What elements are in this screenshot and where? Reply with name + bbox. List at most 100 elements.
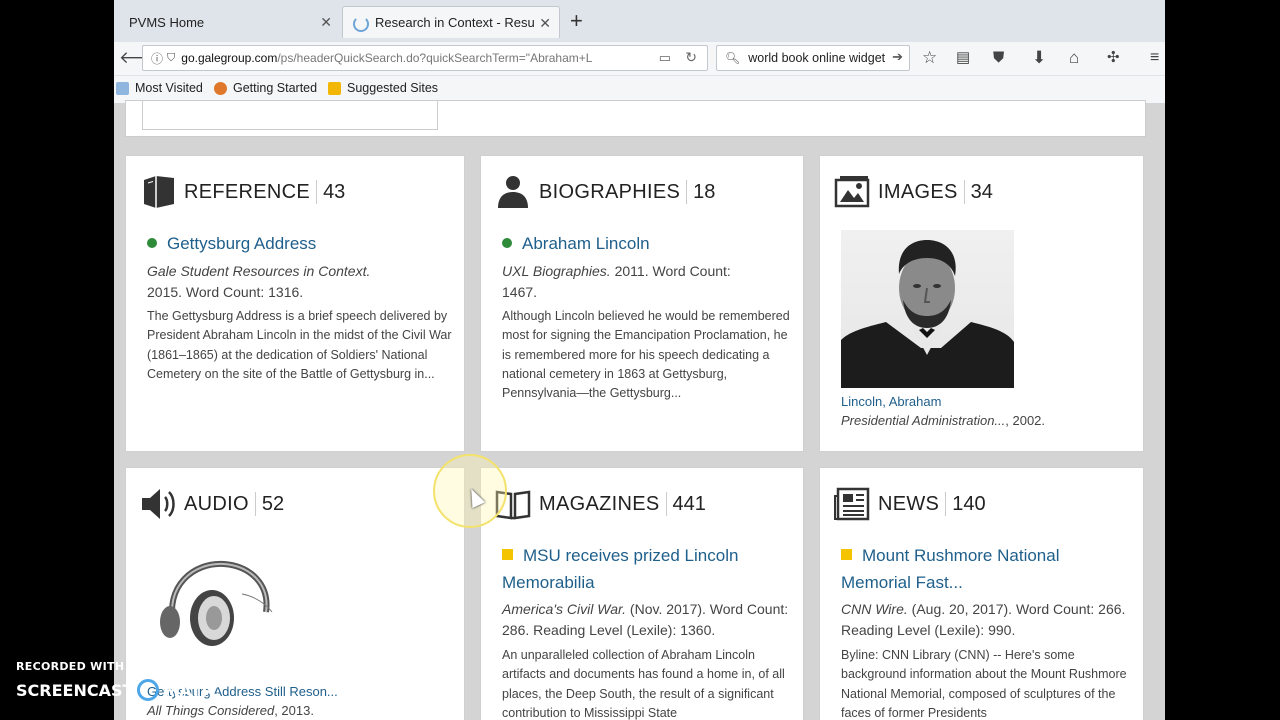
yellow-square-icon (502, 549, 513, 560)
result-count: 43 (323, 180, 346, 203)
url-host: go.galegroup.com (181, 51, 278, 65)
search-bar[interactable]: 🔍︎ world book online widget ➔ (716, 45, 910, 71)
search-go-arrow-icon[interactable]: ➔ (892, 49, 903, 65)
meta-details: 2015. Word Count: 1316. (147, 284, 304, 300)
home-icon[interactable]: ⌂ (1069, 47, 1079, 69)
category-name: MAGAZINES (539, 492, 660, 515)
book-icon (144, 176, 174, 208)
tab-pvms-home[interactable]: PVMS Home ✕ (114, 6, 340, 38)
portrait-photo-image (841, 240, 1014, 388)
category-name: NEWS (878, 492, 940, 515)
tab-title: PVMS Home (129, 14, 205, 30)
divider (963, 180, 965, 204)
result-snippet: Although Lincoln believed he would be re… (502, 309, 790, 401)
result-count: 140 (952, 492, 986, 515)
result-title-link[interactable]: Gettysburg Address (147, 230, 316, 257)
category-name: AUDIO (184, 492, 249, 515)
category-name: REFERENCE (184, 180, 311, 203)
category-name: IMAGES (878, 180, 958, 203)
green-dot-icon (502, 238, 512, 248)
watermark-line1: RECORDED WITH (16, 660, 125, 673)
green-dot-icon (147, 238, 157, 248)
image-caption-link[interactable]: Lincoln, Abraham (841, 394, 941, 409)
address-bar[interactable]: ⓘ ⛉ go.galegroup.com/ps/headerQuickSearc… (142, 45, 708, 71)
image-caption-meta: Presidential Administration..., 2002. (841, 413, 1045, 428)
card-header[interactable]: REFERENCE 43 (140, 170, 345, 214)
result-title-text: MSU receives prized Lincoln Memorabilia (502, 546, 739, 592)
result-title-text: Gettysburg Address (167, 234, 317, 253)
lincoln-portrait-thumbnail[interactable] (841, 230, 1014, 388)
screencast-o-logo-icon (137, 679, 160, 701)
url-path: /ps/headerQuickSearch.do?quickSearchTerm… (277, 51, 593, 65)
bing-logo-icon (328, 81, 341, 95)
loading-spinner-icon (353, 16, 369, 32)
images-card: IMAGES 34 Lincoln, Abraham Presidential … (819, 155, 1144, 452)
search-icon: 🔍︎ (725, 51, 741, 65)
most-visited-icon (116, 81, 129, 95)
biographies-card: BIOGRAPHIES 18 Abraham Lincoln UXL Biogr… (480, 155, 804, 452)
new-tab-plus-icon[interactable]: + (570, 9, 583, 33)
download-arrow-icon[interactable]: ⬇ (1032, 47, 1046, 69)
source-name: CNN Wire. (841, 601, 908, 617)
bookmark-most-visited[interactable]: Most Visited (116, 81, 203, 95)
menu-hamburger-icon[interactable]: ≡ (1150, 47, 1159, 69)
headphones-image[interactable] (154, 556, 284, 656)
result-snippet: The Gettysburg Address is a brief speech… (147, 309, 452, 381)
bookmark-label: Most Visited (135, 81, 203, 95)
search-panel-remnant (125, 100, 1146, 137)
source-name: UXL Biographies. (502, 263, 611, 279)
bookmark-label: Suggested Sites (347, 81, 439, 95)
result-title-link[interactable]: Abraham Lincoln (502, 230, 650, 257)
close-tab-icon[interactable]: ✕ (539, 15, 551, 32)
reading-list-icon[interactable]: ▤ (956, 47, 970, 69)
result-snippet: Byline: CNN Library (CNN) -- Here's some… (841, 648, 1127, 720)
result-title-link[interactable]: MSU receives prized Lincoln Memorabilia (502, 542, 787, 596)
person-icon (498, 176, 528, 208)
result-count: 441 (672, 492, 706, 515)
result-meta: America's Civil War. (Nov. 2017). Word C… (502, 599, 794, 641)
screencast-watermark: RECORDED WITH SCREENCAST MATIC (16, 660, 219, 701)
reload-icon[interactable]: ↻ (685, 49, 697, 66)
result-snippet: An unparalleled collection of Abraham Li… (502, 648, 785, 720)
search-field-remnant (142, 101, 438, 130)
result-title-text: Mount Rushmore National Memorial Fast... (841, 546, 1060, 592)
source-name: Presidential Administration... (841, 413, 1006, 428)
yellow-square-icon (841, 549, 852, 560)
info-icon[interactable]: ⓘ (151, 50, 163, 67)
card-header[interactable]: BIOGRAPHIES 18 (495, 170, 715, 214)
divider (254, 492, 256, 516)
close-tab-icon[interactable]: ✕ (320, 14, 332, 31)
card-header[interactable]: IMAGES 34 (834, 170, 993, 214)
source-name: America's Civil War. (502, 601, 627, 617)
audio-meta: All Things Considered, 2013. (147, 703, 314, 718)
pocket-icon[interactable]: ⛊ (993, 47, 1004, 69)
card-header[interactable]: NEWS 140 (834, 482, 986, 526)
reader-view-icon[interactable]: ▭ (659, 50, 671, 66)
tab-research-in-context[interactable]: Research in Context - Results ✕ (342, 6, 560, 38)
meta-year: , 2013. (274, 703, 314, 718)
tab-title: Research in Context - Results (375, 15, 535, 30)
speaker-icon (142, 489, 175, 519)
bookmark-star-icon[interactable]: ☆ (922, 47, 937, 69)
url-text: go.galegroup.com/ps/headerQuickSearch.do… (181, 51, 611, 65)
search-query: world book online widget (748, 51, 886, 65)
divider (316, 180, 318, 204)
magazines-card: MAGAZINES 441 MSU receives prized Lincol… (480, 467, 804, 720)
card-header[interactable]: AUDIO 52 (140, 482, 284, 526)
picture-icon (834, 176, 870, 208)
result-title-text: Abraham Lincoln (522, 234, 650, 253)
result-title-link[interactable]: Mount Rushmore National Memorial Fast... (841, 542, 1126, 596)
page-content: REFERENCE 43 Gettysburg Address Gale Stu… (114, 100, 1165, 720)
addon-puzzle-icon[interactable]: ✣ (1107, 47, 1120, 69)
card-header[interactable]: MAGAZINES 441 (495, 482, 706, 526)
firefox-logo-icon (214, 81, 227, 95)
open-book-icon (495, 490, 531, 520)
tab-bar: PVMS Home ✕ Research in Context - Result… (114, 0, 1165, 42)
result-meta: Gale Student Resources in Context. 2015. … (147, 261, 447, 303)
bookmark-suggested-sites[interactable]: Suggested Sites (328, 81, 438, 95)
result-meta: UXL Biographies. 2011. Word Count: 1467. (502, 261, 767, 303)
divider (945, 492, 947, 516)
bookmark-getting-started[interactable]: Getting Started (214, 81, 317, 95)
result-count: 52 (261, 492, 285, 515)
watermark-brand-a: SCREENCAST (16, 680, 134, 700)
